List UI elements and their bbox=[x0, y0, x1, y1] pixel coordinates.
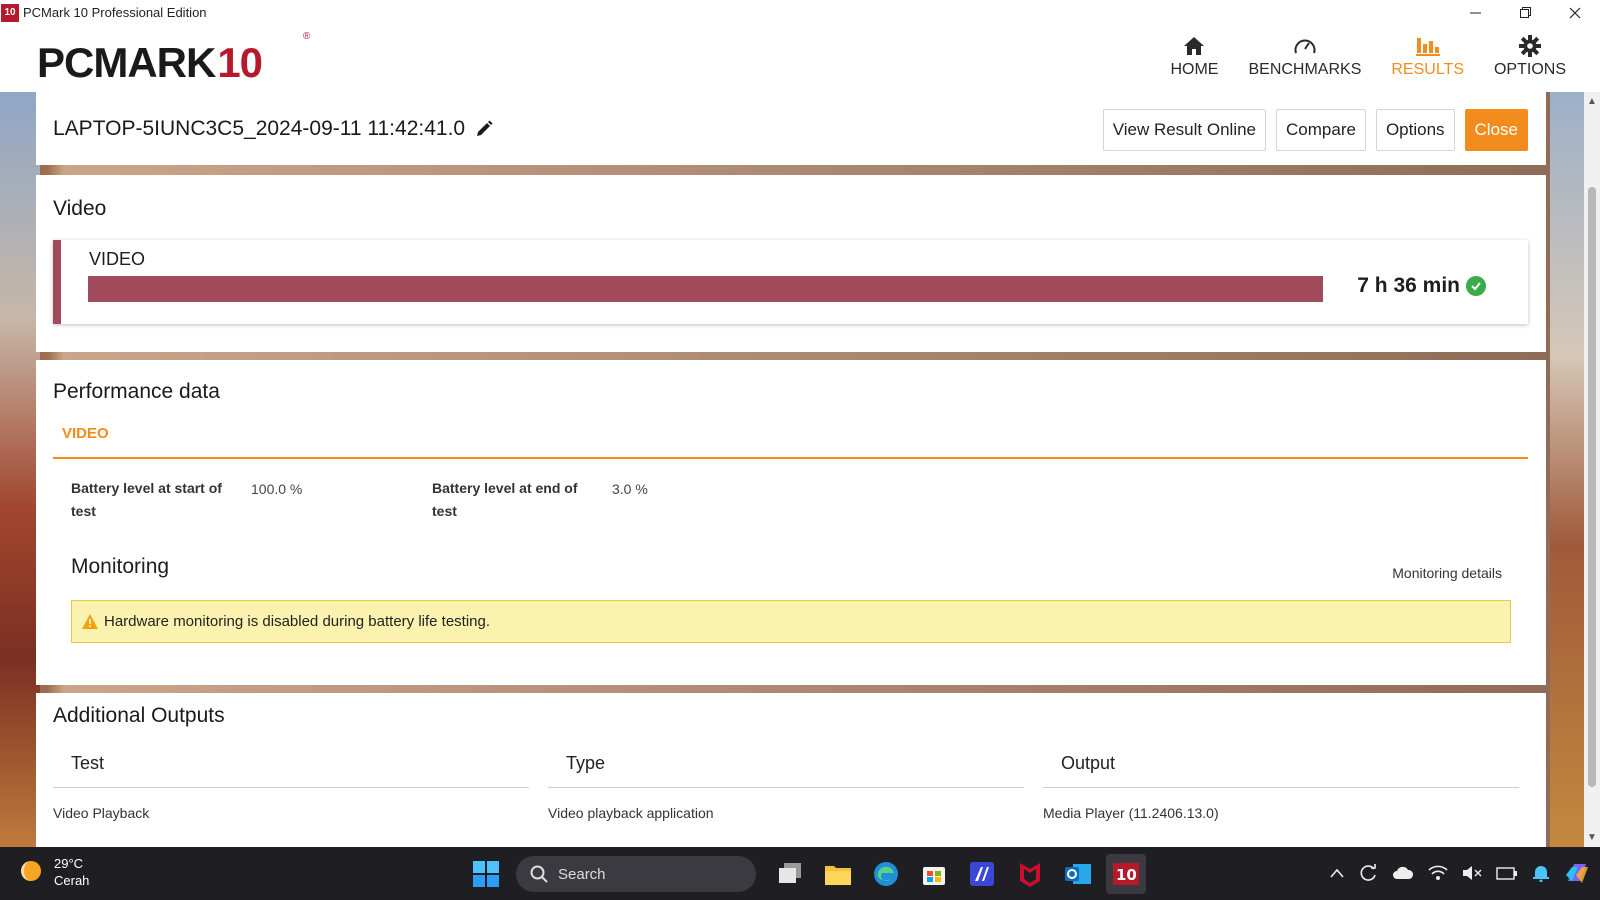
nav-options-label: OPTIONS bbox=[1493, 61, 1566, 78]
home-icon bbox=[1183, 31, 1205, 61]
table-cell-output: Media Player (11.2406.13.0) bbox=[1043, 805, 1219, 821]
window-controls bbox=[1450, 0, 1600, 25]
sun-cloud-icon bbox=[21, 861, 41, 881]
edge-browser-icon[interactable] bbox=[866, 854, 906, 894]
column-header-type: Type bbox=[566, 753, 606, 773]
result-actions: View Result Online Compare Options Close bbox=[1093, 109, 1528, 151]
view-result-online-button[interactable]: View Result Online bbox=[1102, 109, 1267, 151]
nav-results-label: RESULTS bbox=[1391, 61, 1464, 78]
performance-panel: Performance data VIDEO Battery level at … bbox=[36, 360, 1546, 685]
app-header: PCMARK 10 ® HOME BENCHMARKS RESULTS OPTI… bbox=[0, 25, 1600, 92]
wifi-icon[interactable] bbox=[1428, 865, 1448, 881]
blue-app-icon[interactable] bbox=[962, 854, 1002, 894]
copilot-icon[interactable] bbox=[1564, 861, 1590, 885]
nav-home[interactable]: HOME bbox=[1170, 31, 1218, 79]
weather-condition: Cerah bbox=[54, 873, 90, 888]
nav-benchmarks[interactable]: BENCHMARKS bbox=[1248, 31, 1361, 79]
tab-video[interactable]: VIDEO bbox=[62, 425, 109, 442]
monitoring-details-link[interactable]: Monitoring details bbox=[1392, 565, 1502, 581]
scroll-thumb[interactable] bbox=[1588, 187, 1596, 787]
window-title: PCMark 10 Professional Edition bbox=[23, 5, 207, 20]
battery-end-label: Battery level at end of test bbox=[432, 480, 578, 519]
result-name: LAPTOP-5IUNC3C5_2024-09-11 11:42:41.0 bbox=[53, 117, 493, 141]
window-title-bar: 10 PCMark 10 Professional Edition bbox=[0, 0, 1600, 25]
vertical-scrollbar[interactable]: ▲ ▼ bbox=[1584, 92, 1600, 847]
nav-benchmarks-label: BENCHMARKS bbox=[1248, 61, 1362, 78]
video-score-bar bbox=[88, 276, 1323, 302]
compare-button[interactable]: Compare bbox=[1276, 109, 1366, 151]
scroll-up-arrow-icon[interactable]: ▲ bbox=[1587, 96, 1597, 107]
column-header-output: Output bbox=[1061, 753, 1116, 773]
result-header-panel: LAPTOP-5IUNC3C5_2024-09-11 11:42:41.0 Vi… bbox=[36, 92, 1546, 165]
battery-icon[interactable] bbox=[1496, 865, 1518, 881]
app-icon: 10 bbox=[1, 3, 19, 22]
microsoft-store-icon[interactable] bbox=[914, 854, 954, 894]
bar-chart-icon bbox=[1415, 31, 1440, 61]
close-window-button[interactable] bbox=[1550, 0, 1600, 25]
video-section-title: Video bbox=[53, 197, 107, 220]
logo-ten: 10 bbox=[217, 39, 263, 86]
close-result-button[interactable]: Close bbox=[1464, 109, 1528, 151]
pcmark-logo: PCMARK 10 ® bbox=[37, 31, 310, 87]
scroll-down-arrow-icon[interactable]: ▼ bbox=[1587, 832, 1597, 843]
weather-temperature: 29°C bbox=[54, 856, 84, 871]
nav-home-label: HOME bbox=[1170, 61, 1219, 78]
file-explorer-icon[interactable] bbox=[818, 854, 858, 894]
nav-options[interactable]: OPTIONS bbox=[1494, 31, 1566, 79]
table-cell-test: Video Playback bbox=[53, 805, 150, 821]
warning-text: Hardware monitoring is disabled during b… bbox=[104, 613, 491, 630]
monitoring-title: Monitoring bbox=[71, 555, 170, 578]
column-header-test: Test bbox=[71, 753, 105, 773]
volume-muted-icon[interactable] bbox=[1462, 865, 1482, 881]
minimize-button[interactable] bbox=[1450, 0, 1500, 25]
video-score-value: 7 h 36 min bbox=[1357, 274, 1460, 297]
logo-text: PCMARK bbox=[37, 39, 216, 86]
main-nav: HOME BENCHMARKS RESULTS OPTIONS bbox=[1140, 31, 1566, 79]
cloud-icon[interactable] bbox=[1392, 866, 1414, 880]
notification-bell-icon[interactable] bbox=[1532, 864, 1550, 882]
options-button[interactable]: Options bbox=[1375, 109, 1455, 151]
monitoring-warning: Hardware monitoring is disabled during b… bbox=[71, 600, 1511, 643]
battery-end-value: 3.0 % bbox=[612, 481, 648, 497]
task-view-icon[interactable] bbox=[770, 854, 810, 894]
taskbar-apps: Search 10 bbox=[462, 854, 1150, 894]
svg-text:10: 10 bbox=[1116, 866, 1137, 884]
video-score-card[interactable]: VIDEO 7 h 36 min bbox=[53, 240, 1528, 324]
windows-start-icon[interactable] bbox=[466, 854, 506, 894]
gear-icon bbox=[1518, 31, 1541, 61]
weather-widget[interactable]: 29°C Cerah bbox=[18, 855, 89, 889]
windows-taskbar: 29°C Cerah Search 10 bbox=[0, 847, 1600, 900]
performance-section-title: Performance data bbox=[53, 380, 220, 403]
outputs-section-title: Additional Outputs bbox=[53, 704, 225, 727]
system-tray bbox=[1316, 861, 1590, 885]
outlook-icon[interactable] bbox=[1058, 854, 1098, 894]
column-divider bbox=[53, 787, 529, 788]
check-circle-icon bbox=[1466, 276, 1486, 296]
tab-underline bbox=[53, 457, 1528, 459]
column-divider bbox=[548, 787, 1024, 788]
video-score: 7 h 36 min bbox=[1357, 274, 1486, 298]
video-panel: Video VIDEO 7 h 36 min bbox=[36, 175, 1546, 352]
chevron-up-icon[interactable] bbox=[1330, 868, 1344, 878]
battery-start-value: 100.0 % bbox=[251, 481, 303, 497]
search-placeholder: Search bbox=[558, 865, 606, 883]
column-divider bbox=[1043, 787, 1519, 788]
gauge-icon bbox=[1293, 31, 1317, 61]
pcmark-taskbar-icon[interactable]: 10 bbox=[1106, 854, 1146, 894]
warning-icon bbox=[82, 614, 98, 629]
search-icon bbox=[530, 865, 548, 883]
logo-registered: ® bbox=[303, 31, 310, 42]
mcafee-icon[interactable] bbox=[1010, 854, 1050, 894]
additional-outputs-panel: Additional Outputs Test Type Output Vide… bbox=[36, 693, 1546, 847]
table-cell-type: Video playback application bbox=[548, 805, 714, 821]
taskbar-search[interactable]: Search bbox=[516, 856, 756, 892]
video-card-label: VIDEO bbox=[89, 249, 146, 269]
result-name-text: LAPTOP-5IUNC3C5_2024-09-11 11:42:41.0 bbox=[53, 117, 466, 140]
nav-results[interactable]: RESULTS bbox=[1391, 31, 1464, 79]
pencil-icon[interactable] bbox=[475, 120, 493, 138]
sync-icon[interactable] bbox=[1358, 863, 1378, 883]
restore-button[interactable] bbox=[1500, 0, 1550, 25]
battery-start-label: Battery level at start of test bbox=[71, 480, 222, 519]
